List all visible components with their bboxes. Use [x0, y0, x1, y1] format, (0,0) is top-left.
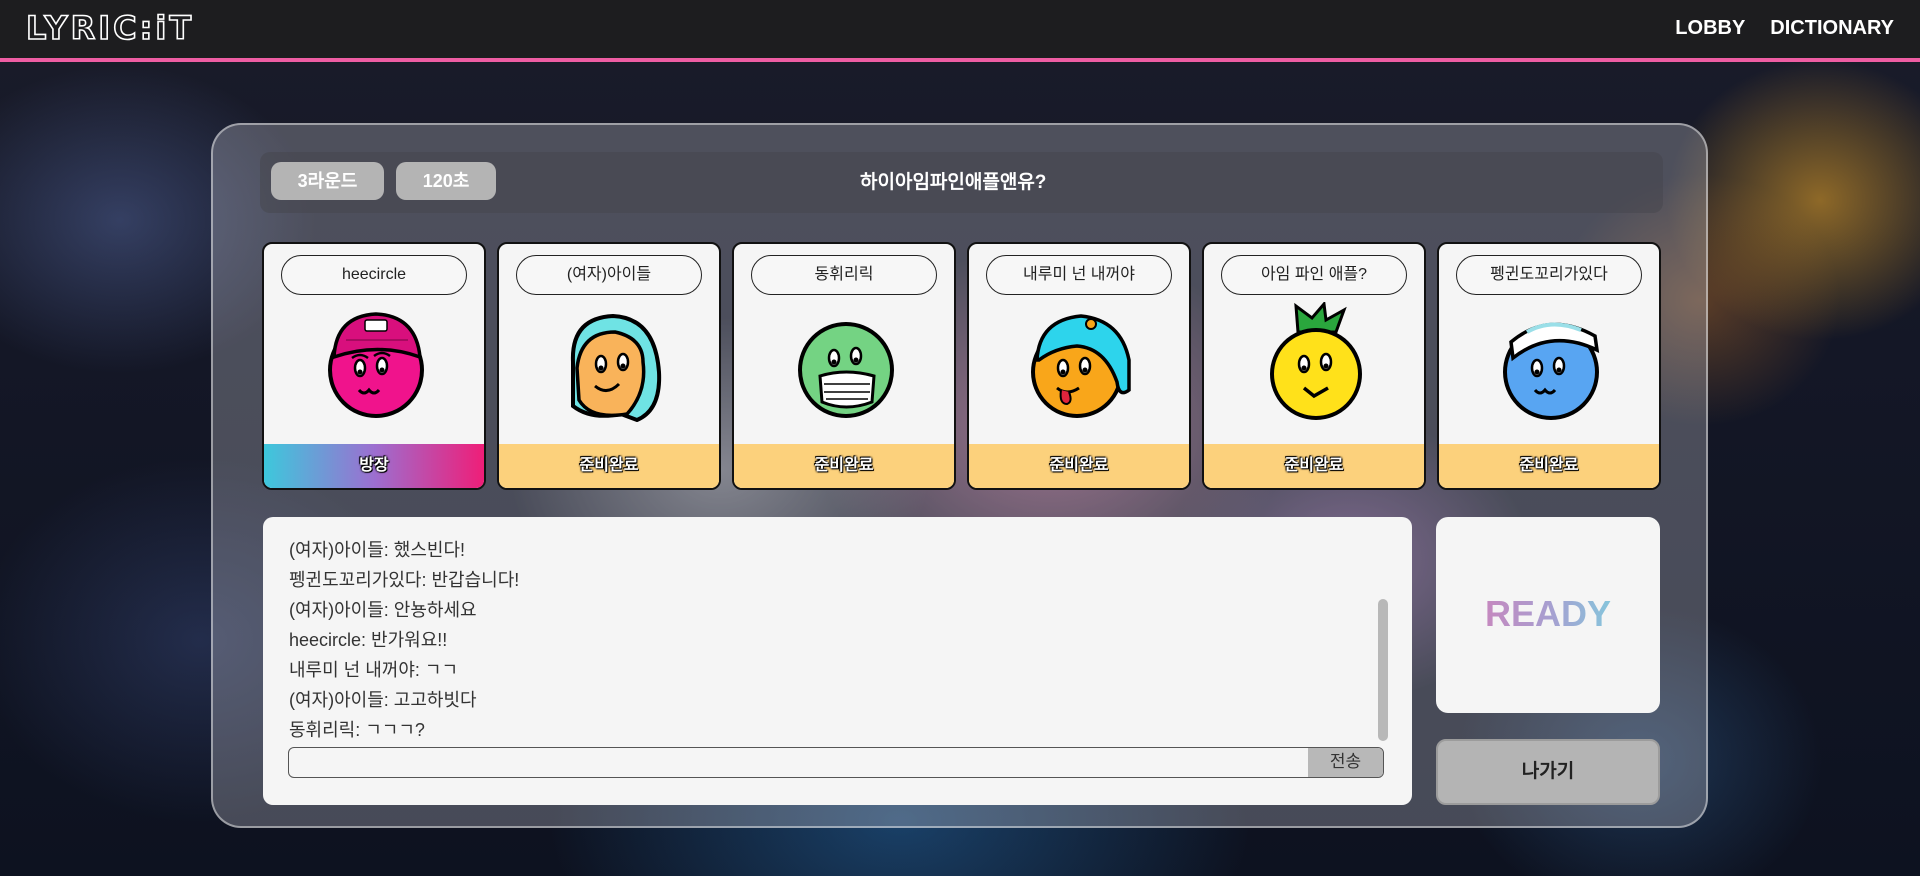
- chat-message: (여자)아이들: 했스빈다!: [289, 540, 466, 560]
- player-name: (여자)아이들: [516, 255, 702, 295]
- nav-links: LOBBY DICTIONARY: [1675, 17, 1894, 40]
- ready-status: 준비완료: [1204, 444, 1424, 488]
- chat-message: 내루미 넌 내꺼야: ㄱㄱ: [289, 660, 459, 680]
- player-card: (여자)아이들 준비완료: [497, 242, 721, 490]
- cap-orange-avatar-icon: [1031, 314, 1131, 418]
- rounds-badge: 3라운드: [271, 162, 384, 200]
- player-name: heecircle: [281, 255, 467, 295]
- pink-beanie-avatar-icon: [328, 312, 424, 418]
- ready-status: 준비완료: [499, 444, 719, 488]
- host-badge: 방장: [264, 444, 484, 488]
- player-card: 동휘리릭 준비완료: [732, 242, 956, 490]
- mask-green-avatar-icon: [798, 322, 894, 418]
- chat-scrollbar[interactable]: [1378, 599, 1388, 741]
- top-navbar: LYRIC:iT LOBBY DICTIONARY: [0, 0, 1920, 62]
- chat-message: (여자)아이들: 고고하빗다: [289, 690, 477, 710]
- chat-messages: (여자)아이들: 했스빈다! 펭귄도꼬리가있다: 반갑습니다! (여자)아이들:…: [289, 535, 1369, 745]
- nav-dictionary-link[interactable]: DICTIONARY: [1770, 17, 1894, 40]
- chat-message: (여자)아이들: 안뇽하세요: [289, 600, 477, 620]
- ready-status: 준비완료: [1439, 444, 1659, 488]
- ready-status: 준비완료: [969, 444, 1189, 488]
- player-card: 내루미 넌 내꺼야 준비완료: [967, 242, 1191, 490]
- exit-button[interactable]: 나가기: [1436, 739, 1660, 805]
- player-card: heecircle 방장: [262, 242, 486, 490]
- goggles-blue-avatar-icon: [1503, 322, 1600, 420]
- player-card: 아임 파인 애플? 준비완료: [1202, 242, 1426, 490]
- nav-lobby-link[interactable]: LOBBY: [1675, 17, 1745, 40]
- ready-status: 준비완료: [734, 444, 954, 488]
- aqua-hair-avatar-icon: [570, 313, 662, 422]
- chat-message: heecircle: 반가워요!!: [289, 630, 448, 650]
- chat-input-row: 전송: [288, 747, 1384, 778]
- send-button[interactable]: 전송: [1308, 748, 1383, 777]
- chat-panel: (여자)아이들: 했스빈다! 펭귄도꼬리가있다: 반갑습니다! (여자)아이들:…: [263, 517, 1412, 805]
- room-header: 3라운드 120초 하이아임파인애플앤유?: [260, 152, 1663, 213]
- chat-message: 동휘리릭: ㄱㄱㄱ?: [289, 720, 425, 740]
- ready-button[interactable]: READY: [1436, 517, 1660, 713]
- player-name: 내루미 넌 내꺼야: [986, 255, 1172, 295]
- player-name: 펭귄도꼬리가있다: [1456, 255, 1642, 295]
- ready-label: READY: [1484, 593, 1612, 634]
- game-room-panel: 3라운드 120초 하이아임파인애플앤유? heecircle 방장 (여자)아…: [211, 123, 1708, 828]
- time-limit-badge: 120초: [396, 162, 496, 200]
- player-card: 펭귄도꼬리가있다 준비완료: [1437, 242, 1661, 490]
- player-name: 아임 파인 애플?: [1221, 255, 1407, 295]
- chat-input[interactable]: [289, 748, 1309, 776]
- player-name: 동휘리릭: [751, 255, 937, 295]
- pineapple-avatar-icon: [1270, 302, 1362, 420]
- app-logo[interactable]: LYRIC:iT: [25, 9, 194, 47]
- room-title: 하이아임파인애플앤유?: [860, 172, 1047, 193]
- chat-message: 펭귄도꼬리가있다: 반갑습니다!: [289, 570, 520, 590]
